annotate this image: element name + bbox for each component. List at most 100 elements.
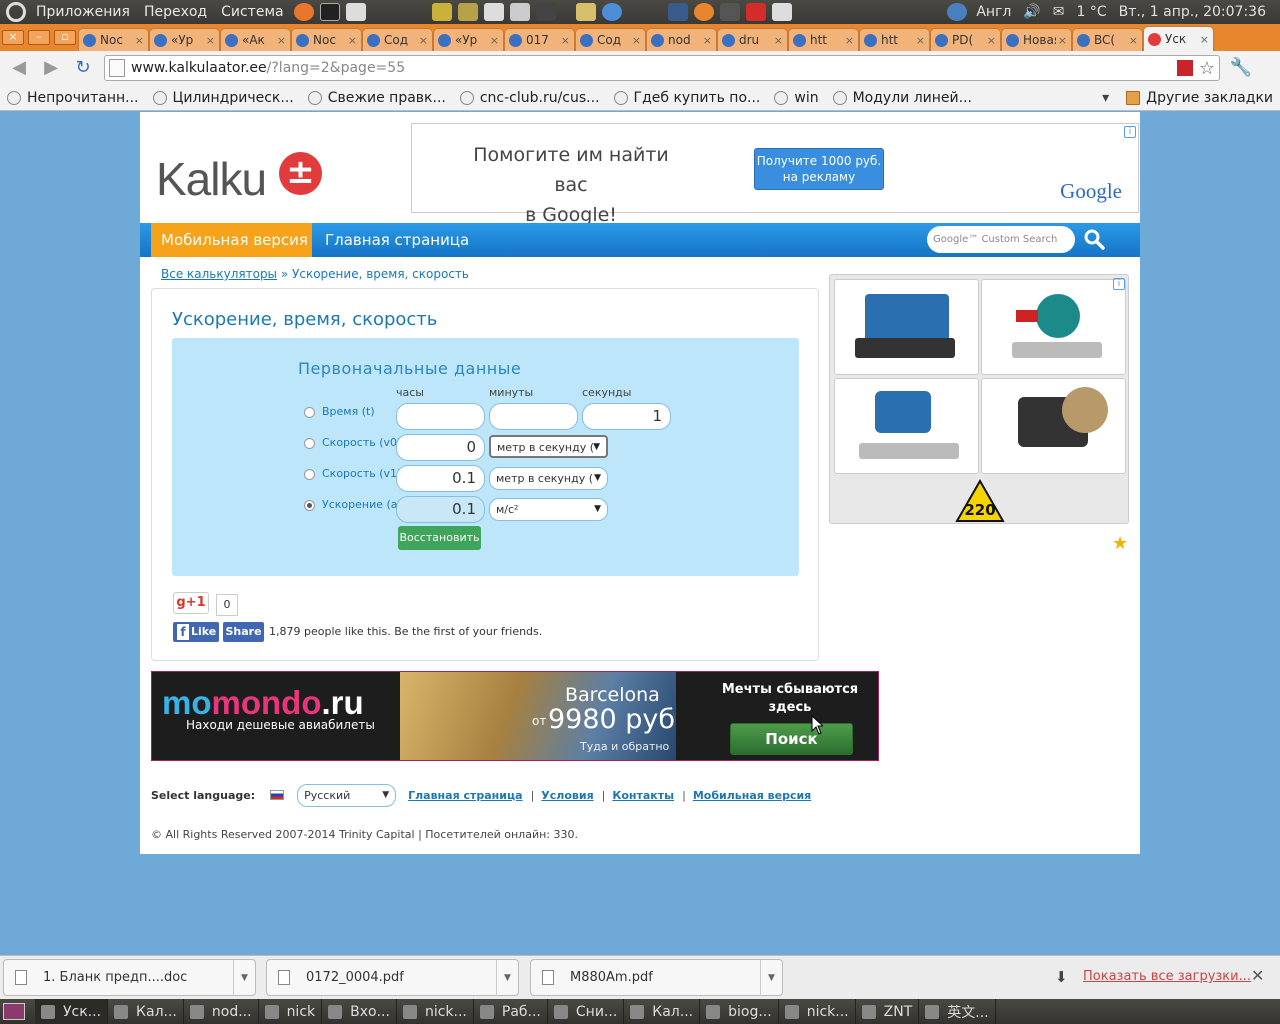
tab-close-icon[interactable]: × bbox=[1058, 34, 1067, 47]
app-launcher-icon[interactable] bbox=[575, 3, 596, 21]
search-icon[interactable] bbox=[1082, 227, 1106, 251]
blender-launcher-icon[interactable] bbox=[693, 3, 714, 21]
address-bar[interactable]: www.kalkulaator.ee /?lang=2&page=55 ☆ bbox=[104, 55, 1220, 81]
chrome-launcher-icon[interactable] bbox=[601, 3, 622, 21]
chevron-down-icon[interactable]: ▼ bbox=[496, 959, 518, 996]
firefox-launcher-icon[interactable] bbox=[293, 3, 314, 21]
bookmarks-overflow-chevron-icon[interactable]: ▾ bbox=[1092, 90, 1119, 106]
taskbar-item[interactable]: Сни... bbox=[548, 999, 625, 1024]
app-launcher-icon[interactable] bbox=[431, 3, 452, 21]
radio-final-velocity[interactable] bbox=[304, 469, 315, 480]
browser-tab[interactable]: Noc × bbox=[78, 28, 149, 51]
220-volt-logo[interactable]: 220 bbox=[955, 479, 1005, 523]
network-icon[interactable] bbox=[947, 3, 968, 21]
tab-close-icon[interactable]: × bbox=[277, 34, 286, 47]
document-launcher-icon[interactable] bbox=[483, 3, 504, 21]
google-ad-banner[interactable]: Помогите им найти вас в Google! Получите… bbox=[411, 123, 1139, 226]
browser-tab[interactable]: BC(× bbox=[1072, 28, 1143, 51]
favorite-star-icon[interactable]: ★ bbox=[1112, 533, 1128, 554]
browser-tab[interactable]: Noc × bbox=[291, 28, 362, 51]
browser-tab[interactable]: htt × bbox=[788, 28, 859, 51]
ubuntu-logo-icon[interactable] bbox=[6, 2, 26, 22]
tab-close-icon[interactable]: × bbox=[1129, 34, 1138, 47]
initial-velocity-unit-select[interactable]: метр в секунду (▼ bbox=[489, 435, 608, 458]
browser-tab[interactable]: htt × bbox=[859, 28, 930, 51]
window-maximize-button[interactable]: ▫ bbox=[54, 30, 76, 45]
radio-acceleration[interactable] bbox=[304, 500, 315, 511]
show-desktop-icon[interactable] bbox=[3, 1003, 25, 1020]
tab-close-icon[interactable]: × bbox=[135, 34, 144, 47]
product-tool-case-image[interactable] bbox=[834, 279, 979, 375]
ad-info-icon[interactable]: i bbox=[1124, 126, 1136, 138]
plus-minus-logo-icon[interactable]: ± bbox=[279, 152, 322, 195]
bookmark-item[interactable]: cnc-club.ru/cus... bbox=[453, 90, 607, 106]
ad-info-icon[interactable]: i bbox=[1113, 278, 1125, 290]
product-miter-saw-image[interactable] bbox=[981, 279, 1126, 375]
tab-close-icon[interactable]: × bbox=[490, 34, 499, 47]
taskbar-item[interactable]: 英文... bbox=[919, 999, 996, 1024]
side-product-ad[interactable]: 220 i bbox=[829, 274, 1129, 524]
language-select[interactable]: Русский ▼ bbox=[297, 783, 397, 807]
forward-arrow-icon[interactable]: ▶ bbox=[38, 55, 64, 81]
tab-close-icon[interactable]: × bbox=[632, 34, 641, 47]
menu-system[interactable]: Система bbox=[214, 4, 290, 20]
footer-link-terms[interactable]: Условия bbox=[541, 789, 593, 802]
taskbar-item[interactable]: ZNT bbox=[856, 999, 920, 1024]
download-item[interactable]: M880Am.pdf ▼ bbox=[530, 959, 783, 996]
window-minimize-button[interactable]: – bbox=[28, 30, 50, 45]
time-seconds-input[interactable]: 1 bbox=[582, 403, 671, 430]
tab-close-icon[interactable]: × bbox=[1200, 33, 1209, 46]
facebook-like-button[interactable]: Like bbox=[173, 622, 219, 642]
app-launcher-icon[interactable] bbox=[719, 3, 740, 21]
footer-link-contacts[interactable]: Контакты bbox=[612, 789, 674, 802]
breadcrumb-all-calculators[interactable]: Все калькуляторы bbox=[161, 267, 277, 281]
tab-close-icon[interactable]: × bbox=[987, 34, 996, 47]
momondo-search-button[interactable]: Поиск bbox=[730, 723, 853, 755]
chevron-down-icon[interactable]: ▼ bbox=[760, 959, 782, 996]
taskbar-item[interactable]: nick... bbox=[779, 999, 856, 1024]
app-launcher-icon[interactable] bbox=[771, 3, 792, 21]
keyboard-layout[interactable]: Англ bbox=[970, 4, 1017, 20]
tab-close-icon[interactable]: × bbox=[561, 34, 570, 47]
volume-icon[interactable]: 🔊 bbox=[1017, 4, 1046, 20]
final-velocity-unit-select[interactable]: метр в секунду (▼ bbox=[489, 467, 608, 490]
taskbar-item[interactable]: nick bbox=[259, 999, 323, 1024]
bookmark-item[interactable]: Непрочитанн... bbox=[0, 90, 146, 106]
acceleration-unit-select[interactable]: м/с² ▼ bbox=[489, 498, 608, 521]
bookmark-item[interactable]: Модули линей... bbox=[826, 90, 979, 106]
show-all-downloads-link[interactable]: Показать все загрузки... bbox=[1083, 969, 1251, 984]
google-plus-one-button[interactable]: g+1 bbox=[173, 592, 209, 614]
taskbar-item[interactable]: Кал... bbox=[108, 999, 184, 1024]
taskbar-item[interactable]: Раб... bbox=[474, 999, 548, 1024]
close-icon[interactable]: ✕ bbox=[1251, 966, 1264, 985]
browser-tab[interactable]: dru × bbox=[717, 28, 788, 51]
restore-button[interactable]: Восстановить bbox=[398, 526, 481, 550]
reload-icon[interactable]: ↻ bbox=[70, 55, 96, 81]
app-launcher-icon[interactable] bbox=[457, 3, 478, 21]
flash-icon[interactable] bbox=[1176, 60, 1193, 76]
weather-temperature[interactable]: 1 °C bbox=[1071, 4, 1113, 20]
bookmark-item[interactable]: Гдеб купить по... bbox=[607, 90, 768, 106]
initial-velocity-input[interactable]: 0 bbox=[396, 434, 485, 461]
taskbar-item[interactable]: nick... bbox=[397, 999, 474, 1024]
chevron-down-icon[interactable]: ▼ bbox=[233, 959, 255, 996]
taskbar-item[interactable]: Уск... bbox=[35, 999, 109, 1024]
nav-mobile-version[interactable]: Мобильная версия bbox=[151, 223, 312, 257]
wrench-menu-icon[interactable]: 🔧 bbox=[1228, 55, 1254, 81]
taskbar-item[interactable]: Вхо... bbox=[322, 999, 397, 1024]
time-hours-input[interactable] bbox=[396, 403, 485, 430]
footer-link-home[interactable]: Главная страница bbox=[408, 789, 522, 802]
browser-tab[interactable]: Новая× bbox=[1001, 28, 1072, 51]
browser-tab[interactable]: nod × bbox=[646, 28, 717, 51]
momondo-ad-banner[interactable]: momondo.ru Находи дешевые авиабилеты Bar… bbox=[151, 671, 879, 761]
menu-applications[interactable]: Приложения bbox=[29, 4, 137, 20]
browser-tab[interactable]: Сод × bbox=[362, 28, 433, 51]
ad-cta-button[interactable]: Получите 1000 руб. на рекламу bbox=[754, 148, 884, 190]
download-item[interactable]: 1. Бланк предп....doc ▼ bbox=[3, 959, 256, 996]
terminal-launcher-icon[interactable] bbox=[319, 3, 340, 21]
tab-close-icon[interactable]: × bbox=[348, 34, 357, 47]
browser-tab[interactable]: 017 × bbox=[504, 28, 575, 51]
radio-time[interactable] bbox=[304, 407, 315, 418]
browser-tab[interactable]: Сод × bbox=[575, 28, 646, 51]
app-launcher-icon[interactable] bbox=[745, 3, 766, 21]
